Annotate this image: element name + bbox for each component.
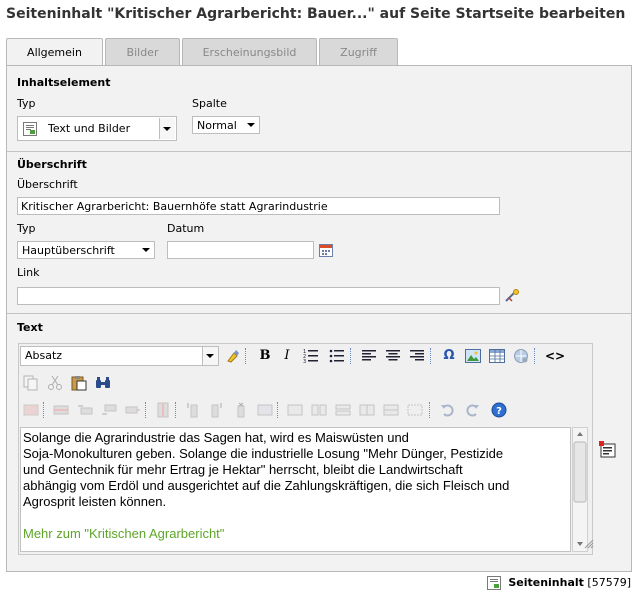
cell-properties-icon[interactable] — [257, 402, 273, 418]
fullscreen-editor-icon[interactable] — [599, 441, 617, 459]
align-center-icon[interactable] — [385, 348, 401, 364]
cell-split-icon[interactable] — [311, 402, 327, 418]
chevron-down-icon — [163, 127, 171, 131]
link-input[interactable] — [17, 287, 500, 305]
link-label: Link — [17, 266, 40, 279]
toolbar-separator — [175, 402, 176, 418]
chevron-down-icon — [142, 248, 150, 252]
dropdown-button[interactable] — [159, 118, 175, 139]
tab-bilder[interactable]: Bilder — [105, 38, 180, 66]
body-line: Solange die Agrarindustrie das Sagen hat… — [23, 430, 409, 445]
form-panel: Inhaltselement Typ Text und Bilder Spalt… — [6, 65, 632, 572]
tab-zugriff[interactable]: Zugriff — [319, 38, 398, 66]
body-line: abhängig vom Erdöl und ausgerichtet auf … — [23, 478, 510, 493]
cell-merge-icon[interactable] — [287, 402, 303, 418]
section-title-content-element: Inhaltselement — [17, 76, 111, 89]
section-title-text: Text — [17, 321, 43, 334]
table-toggle-borders-icon[interactable] — [407, 402, 423, 418]
insert-link-icon[interactable] — [513, 348, 529, 364]
date-input[interactable] — [167, 241, 314, 259]
toolbar-separator — [534, 348, 535, 364]
row-insert-before-icon[interactable] — [77, 402, 93, 418]
body-line: Soja-Monokulturen geben. Solange die ind… — [23, 446, 504, 461]
divider — [7, 313, 631, 314]
paste-icon[interactable] — [71, 375, 87, 391]
chevron-down-icon — [247, 123, 255, 127]
redo-icon[interactable] — [465, 402, 481, 418]
section-title-heading: Überschrift — [17, 158, 87, 171]
cut-icon[interactable] — [47, 375, 63, 391]
block-format-select[interactable]: Absatz — [20, 346, 219, 366]
col-insert-after-icon[interactable] — [209, 402, 225, 418]
row-properties-icon[interactable] — [53, 402, 69, 418]
special-char-button[interactable]: Ω — [441, 348, 457, 364]
body-line: und Gentechnik für mehr Ertrag je Hektar… — [23, 462, 463, 477]
toolbar-separator — [43, 402, 44, 418]
italic-button[interactable]: I — [279, 348, 295, 364]
toolbar-separator — [245, 348, 246, 364]
date-label: Datum — [167, 222, 205, 235]
body-line: Agrosprit leisten können. — [23, 494, 167, 509]
find-icon[interactable] — [95, 375, 111, 391]
row-insert-after-icon[interactable] — [101, 402, 117, 418]
cell-split-col-icon[interactable] — [359, 402, 375, 418]
col-delete-icon[interactable] — [233, 402, 249, 418]
svg-text:?: ? — [496, 406, 502, 417]
calendar-icon[interactable] — [319, 243, 333, 257]
toolbar-separator — [277, 402, 278, 418]
insert-table-icon[interactable] — [489, 348, 505, 364]
heading-type-select[interactable]: Hauptüberschrift — [17, 241, 155, 259]
align-right-icon[interactable] — [409, 348, 425, 364]
editor-scrollbar[interactable] — [572, 427, 588, 552]
content-type-value: Text und Bilder — [48, 122, 131, 135]
heading-label: Überschrift — [17, 178, 78, 191]
column-label: Spalte — [192, 97, 227, 110]
copy-icon[interactable] — [23, 375, 39, 391]
resize-handle-icon[interactable] — [584, 539, 594, 549]
footer-label: Seiteninhalt — [508, 576, 584, 589]
footer-id: [57579] — [587, 576, 631, 589]
clear-format-icon[interactable] — [225, 348, 241, 364]
row-delete-icon[interactable] — [125, 402, 141, 418]
content-type-select[interactable]: Text und Bilder — [17, 116, 177, 141]
rich-text-editor: Absatz B I 123 Ω <> ? Solange die Agrari… — [18, 343, 594, 555]
col-properties-icon[interactable] — [155, 402, 171, 418]
column-select[interactable]: Normal — [192, 116, 260, 134]
toolbar-separator — [145, 402, 146, 418]
source-code-button[interactable]: <> — [545, 348, 565, 364]
table-properties-icon[interactable] — [23, 402, 39, 418]
cell-split-row-icon[interactable] — [335, 402, 351, 418]
heading-type-label: Typ — [17, 222, 36, 235]
column-value: Normal — [197, 119, 237, 132]
align-left-icon[interactable] — [361, 348, 377, 364]
link-wizard-icon[interactable] — [505, 289, 521, 303]
page-title: Seiteninhalt "Kritischer Agrarbericht: B… — [6, 6, 626, 22]
insert-image-icon[interactable] — [465, 348, 481, 364]
bold-button[interactable]: B — [257, 348, 273, 364]
tab-erscheinungsbild[interactable]: Erscheinungsbild — [182, 38, 317, 66]
tab-allgemein[interactable]: Allgemein — [6, 38, 103, 67]
ordered-list-icon[interactable]: 123 — [303, 348, 319, 365]
toolbar-separator — [430, 348, 431, 364]
heading-type-value: Hauptüberschrift — [22, 244, 115, 257]
col-insert-before-icon[interactable] — [185, 402, 201, 418]
toolbar-separator — [350, 348, 351, 364]
block-format-value: Absatz — [25, 349, 63, 362]
content-element-icon — [486, 576, 501, 590]
text-image-content-icon — [23, 122, 37, 136]
undo-icon[interactable] — [439, 402, 455, 418]
toolbar-separator — [429, 402, 430, 418]
record-footer: Seiteninhalt [57579] — [486, 576, 631, 590]
table-format-icon[interactable] — [383, 402, 399, 418]
heading-input[interactable]: Kritischer Agrarbericht: Bauernhöfe stat… — [17, 197, 500, 215]
unordered-list-icon[interactable] — [329, 348, 345, 364]
dropdown-button[interactable] — [202, 347, 218, 365]
read-more-link[interactable]: Mehr zum "Kritischen Agrarbericht" — [23, 526, 568, 542]
svg-text:3: 3 — [303, 359, 306, 364]
chevron-down-icon — [206, 354, 214, 358]
editor-content[interactable]: Solange die Agrarindustrie das Sagen hat… — [20, 427, 571, 552]
divider — [7, 151, 631, 152]
help-icon[interactable]: ? — [491, 402, 507, 418]
type-label: Typ — [17, 97, 36, 110]
